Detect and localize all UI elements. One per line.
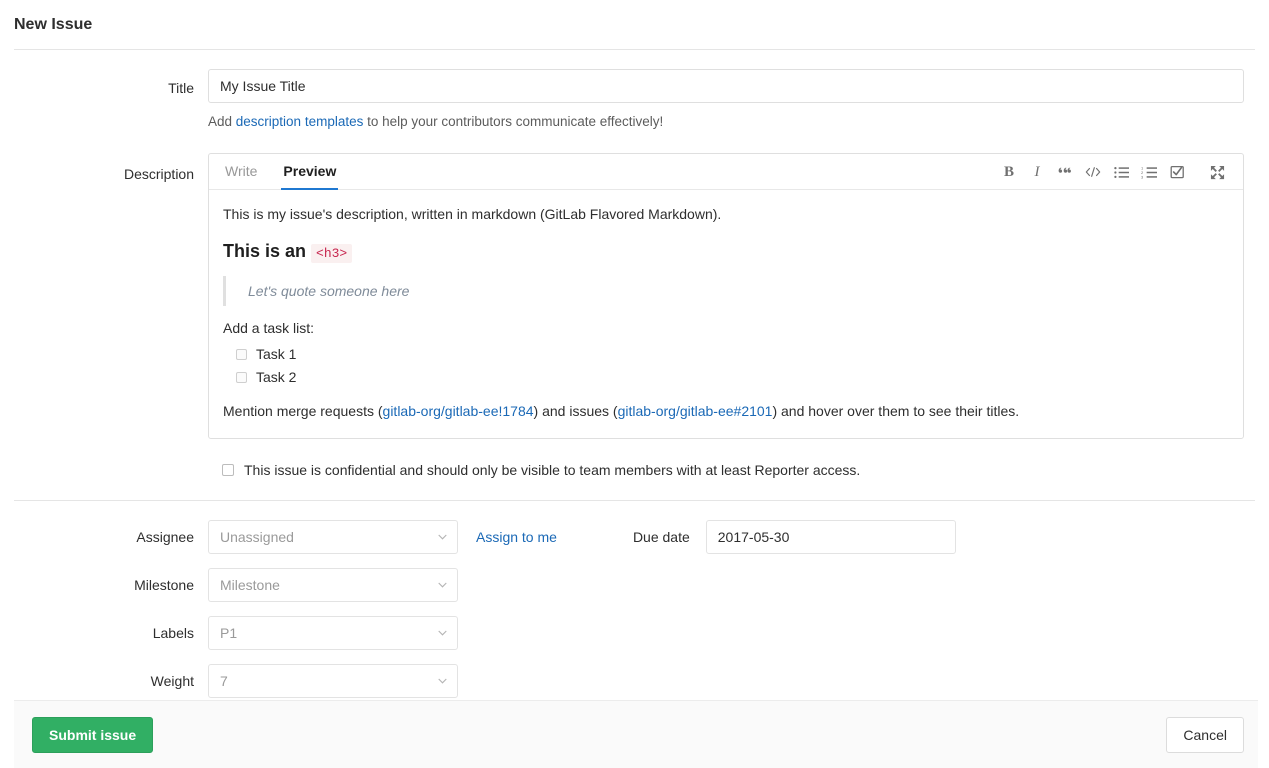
markdown-header: Write Preview B I: [209, 154, 1243, 190]
weight-select[interactable]: 7: [208, 664, 458, 698]
tab-preview[interactable]: Preview: [281, 163, 338, 190]
preview-mentions: Mention merge requests (gitlab-org/gitla…: [223, 401, 1229, 422]
mention-text-3: ) and hover over them to see their title…: [772, 403, 1019, 419]
code-icon[interactable]: [1079, 162, 1107, 182]
assignee-row: Assignee Unassigned Assign to me Due dat…: [0, 520, 1269, 554]
preview-task-list: Task 1 Task 2: [223, 343, 1229, 389]
form-footer: Submit issue Cancel: [14, 700, 1258, 768]
fullscreen-icon[interactable]: [1203, 162, 1231, 182]
due-date-label: Due date: [633, 529, 690, 545]
hint-suffix: to help your contributors communicate ef…: [363, 114, 663, 129]
milestone-row: Milestone Milestone: [0, 568, 1269, 602]
preview-heading-code: <h3>: [311, 244, 352, 263]
milestone-label: Milestone: [0, 577, 208, 593]
list-item: Task 2: [223, 366, 1229, 389]
confidential-row: This issue is confidential and should on…: [0, 461, 1269, 479]
header-divider: [14, 49, 1255, 50]
numbered-list-icon[interactable]: 1 2 3: [1135, 162, 1163, 182]
task-list-icon[interactable]: [1163, 162, 1191, 182]
preview-heading: This is an <h3>: [223, 239, 1229, 266]
svg-text:3: 3: [1141, 174, 1144, 178]
quote-icon[interactable]: [1051, 162, 1079, 182]
title-input[interactable]: [208, 69, 1244, 103]
weight-value: 7: [220, 673, 228, 689]
new-issue-page: New Issue Title Add description template…: [0, 0, 1269, 768]
confidential-label: This issue is confidential and should on…: [244, 461, 860, 479]
italic-icon[interactable]: I: [1023, 162, 1051, 182]
labels-select[interactable]: P1: [208, 616, 458, 650]
description-templates-hint: Add description templates to help your c…: [208, 113, 1269, 131]
labels-value: P1: [220, 625, 237, 641]
issue-link[interactable]: gitlab-org/gitlab-ee#2101: [618, 403, 773, 419]
confidential-control[interactable]: This issue is confidential and should on…: [208, 461, 860, 479]
cancel-button[interactable]: Cancel: [1166, 717, 1244, 753]
chevron-down-icon: [438, 630, 447, 636]
page-title: New Issue: [0, 0, 1269, 34]
bold-icon[interactable]: B: [995, 162, 1023, 182]
milestone-select[interactable]: Milestone: [208, 568, 458, 602]
task-label: Task 1: [256, 344, 296, 365]
preview-heading-text: This is an: [223, 241, 311, 261]
title-row: Title Add description templates to help …: [0, 69, 1269, 131]
weight-label: Weight: [0, 673, 208, 689]
markdown-preview: This is my issue's description, written …: [209, 190, 1243, 438]
task-label: Task 2: [256, 367, 296, 388]
tab-write[interactable]: Write: [223, 163, 259, 190]
task-checkbox[interactable]: [236, 349, 247, 360]
mention-text-2: ) and issues (: [534, 403, 618, 419]
list-item: Task 1: [223, 343, 1229, 366]
confidential-checkbox[interactable]: [222, 464, 234, 476]
task-checkbox[interactable]: [236, 372, 247, 383]
description-row: Description Write Preview B I: [0, 153, 1269, 439]
merge-request-link[interactable]: gitlab-org/gitlab-ee!1784: [383, 403, 534, 419]
preview-task-intro: Add a task list:: [223, 318, 1229, 339]
hint-prefix: Add: [208, 114, 236, 129]
meta-fields: Assignee Unassigned Assign to me Due dat…: [0, 501, 1269, 698]
due-date-input[interactable]: [706, 520, 956, 554]
labels-label: Labels: [0, 625, 208, 641]
markdown-editor: Write Preview B I: [208, 153, 1244, 439]
title-label: Title: [0, 69, 208, 98]
bullet-list-icon[interactable]: [1107, 162, 1135, 182]
description-templates-link[interactable]: description templates: [236, 114, 364, 129]
description-label: Description: [0, 153, 208, 184]
markdown-tabs: Write Preview: [223, 153, 360, 189]
labels-row: Labels P1: [0, 616, 1269, 650]
markdown-toolbar: B I: [995, 162, 1231, 189]
chevron-down-icon: [438, 534, 447, 540]
assign-to-me-link[interactable]: Assign to me: [476, 529, 557, 545]
mention-text-1: Mention merge requests (: [223, 403, 383, 419]
milestone-value: Milestone: [220, 577, 280, 593]
preview-blockquote: Let's quote someone here: [223, 276, 1229, 306]
chevron-down-icon: [438, 678, 447, 684]
assignee-value: Unassigned: [220, 529, 294, 545]
assignee-select[interactable]: Unassigned: [208, 520, 458, 554]
submit-issue-button[interactable]: Submit issue: [32, 717, 153, 753]
assignee-label: Assignee: [0, 529, 208, 545]
weight-row: Weight 7: [0, 664, 1269, 698]
preview-paragraph: This is my issue's description, written …: [223, 204, 1229, 225]
chevron-down-icon: [438, 582, 447, 588]
